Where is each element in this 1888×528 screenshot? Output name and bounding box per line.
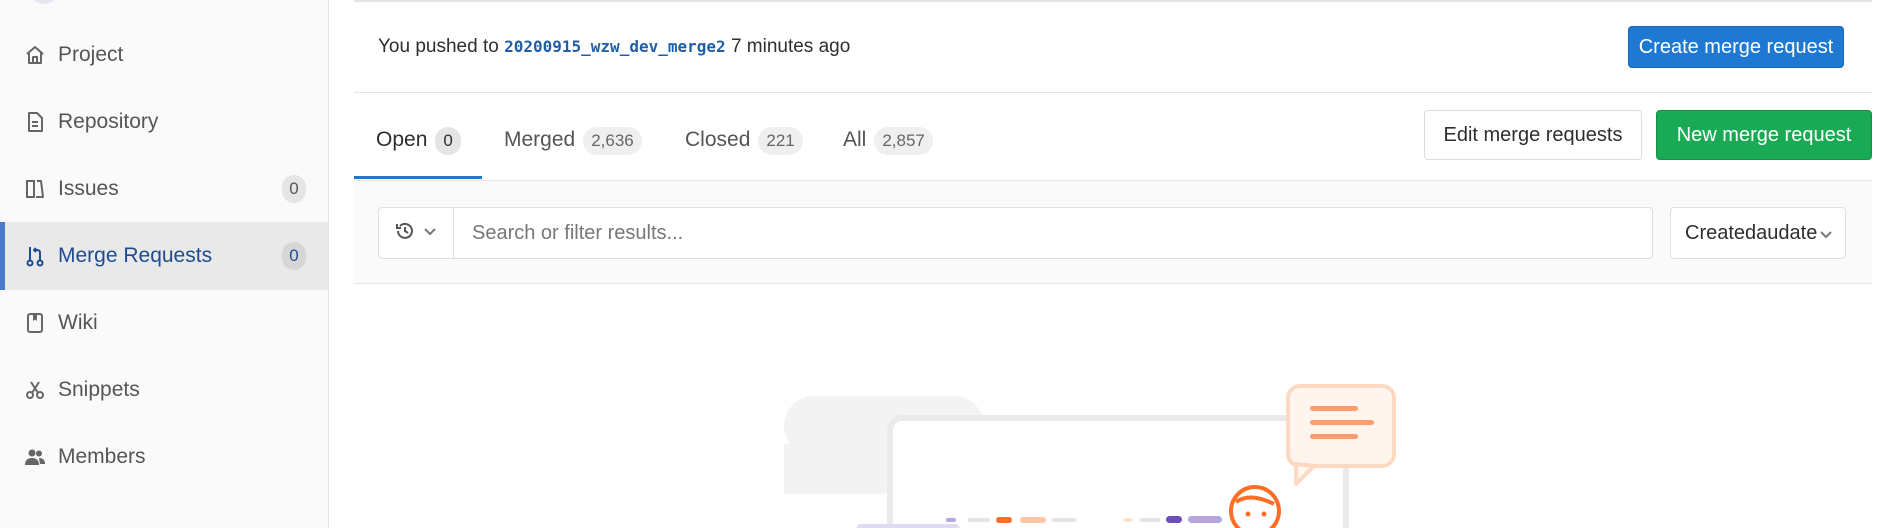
merge-request-icon — [24, 245, 46, 267]
chevron-down-icon — [1819, 225, 1833, 248]
divider — [354, 0, 1872, 2]
history-icon — [395, 221, 415, 246]
sidebar-item-snippets[interactable]: Snippets — [0, 356, 328, 424]
sort-label: Createdaudate — [1685, 221, 1818, 244]
sidebar-item-label: Snippets — [58, 378, 140, 401]
sidebar-item-repository[interactable]: Repository — [0, 88, 328, 156]
create-merge-request-button[interactable]: Create merge request — [1628, 26, 1844, 68]
filter-bar: Createdaudate — [354, 180, 1872, 284]
tab-label: All — [843, 128, 867, 151]
chevron-down-icon — [423, 224, 437, 242]
search-input[interactable] — [453, 207, 1653, 259]
sidebar-item-label: Project — [58, 43, 124, 66]
empty-state-illustration — [784, 384, 1396, 528]
tab-count-badge: 2,857 — [874, 127, 933, 155]
tab-merged[interactable]: Merged 2,636 — [504, 118, 642, 180]
book-icon — [24, 312, 46, 334]
tab-count-badge: 2,636 — [583, 127, 642, 155]
branch-name[interactable]: 20200915_wzw_dev_merge2 — [504, 37, 726, 56]
sidebar-item-label: Repository — [58, 110, 159, 133]
sidebar-item-issues[interactable]: Issues 0 — [0, 155, 328, 223]
new-merge-request-button[interactable]: New merge request — [1656, 110, 1872, 160]
tab-count-badge: 0 — [435, 127, 461, 155]
edit-merge-requests-button[interactable]: Edit merge requests — [1424, 110, 1642, 160]
push-time: 7 minutes ago — [730, 36, 851, 57]
sidebar-item-label: Members — [58, 445, 146, 468]
sidebar-item-wiki[interactable]: Wiki — [0, 289, 328, 357]
sidebar-item-merge-requests[interactable]: Merge Requests 0 — [0, 222, 328, 290]
sidebar-item-members[interactable]: Members — [0, 423, 328, 491]
project-avatar[interactable] — [28, 0, 60, 4]
tab-label: Open — [376, 128, 428, 151]
main-content: You pushed to 20200915_wzw_dev_merge2 7 … — [354, 0, 1888, 528]
tab-open[interactable]: Open 0 — [376, 118, 461, 180]
tab-label: Closed — [685, 128, 751, 151]
recent-searches-dropdown[interactable] — [378, 207, 454, 259]
tab-count-badge: 221 — [758, 127, 803, 155]
active-tab-indicator — [354, 176, 482, 179]
push-notification: You pushed to 20200915_wzw_dev_merge2 7 … — [378, 36, 850, 58]
sidebar-item-label: Wiki — [58, 311, 98, 334]
sidebar: Project Repository Issues 0 Merge Reques… — [0, 0, 329, 528]
scissors-icon — [24, 379, 46, 401]
home-icon — [24, 44, 46, 66]
users-icon — [24, 446, 46, 468]
tab-all[interactable]: All 2,857 — [843, 118, 933, 180]
document-icon — [24, 111, 46, 133]
sidebar-item-label: Issues — [58, 177, 119, 200]
tab-closed[interactable]: Closed 221 — [685, 118, 803, 180]
sidebar-item-label: Merge Requests — [58, 244, 213, 267]
sidebar-item-project[interactable]: Project — [0, 21, 328, 89]
push-text: You pushed to — [378, 36, 499, 57]
tab-label: Merged — [504, 128, 576, 151]
issues-count-badge: 0 — [282, 175, 306, 203]
sort-dropdown[interactable]: Createdaudate — [1670, 207, 1846, 259]
issues-icon — [24, 178, 46, 200]
merge-requests-count-badge: 0 — [282, 242, 306, 270]
divider — [354, 92, 1872, 93]
